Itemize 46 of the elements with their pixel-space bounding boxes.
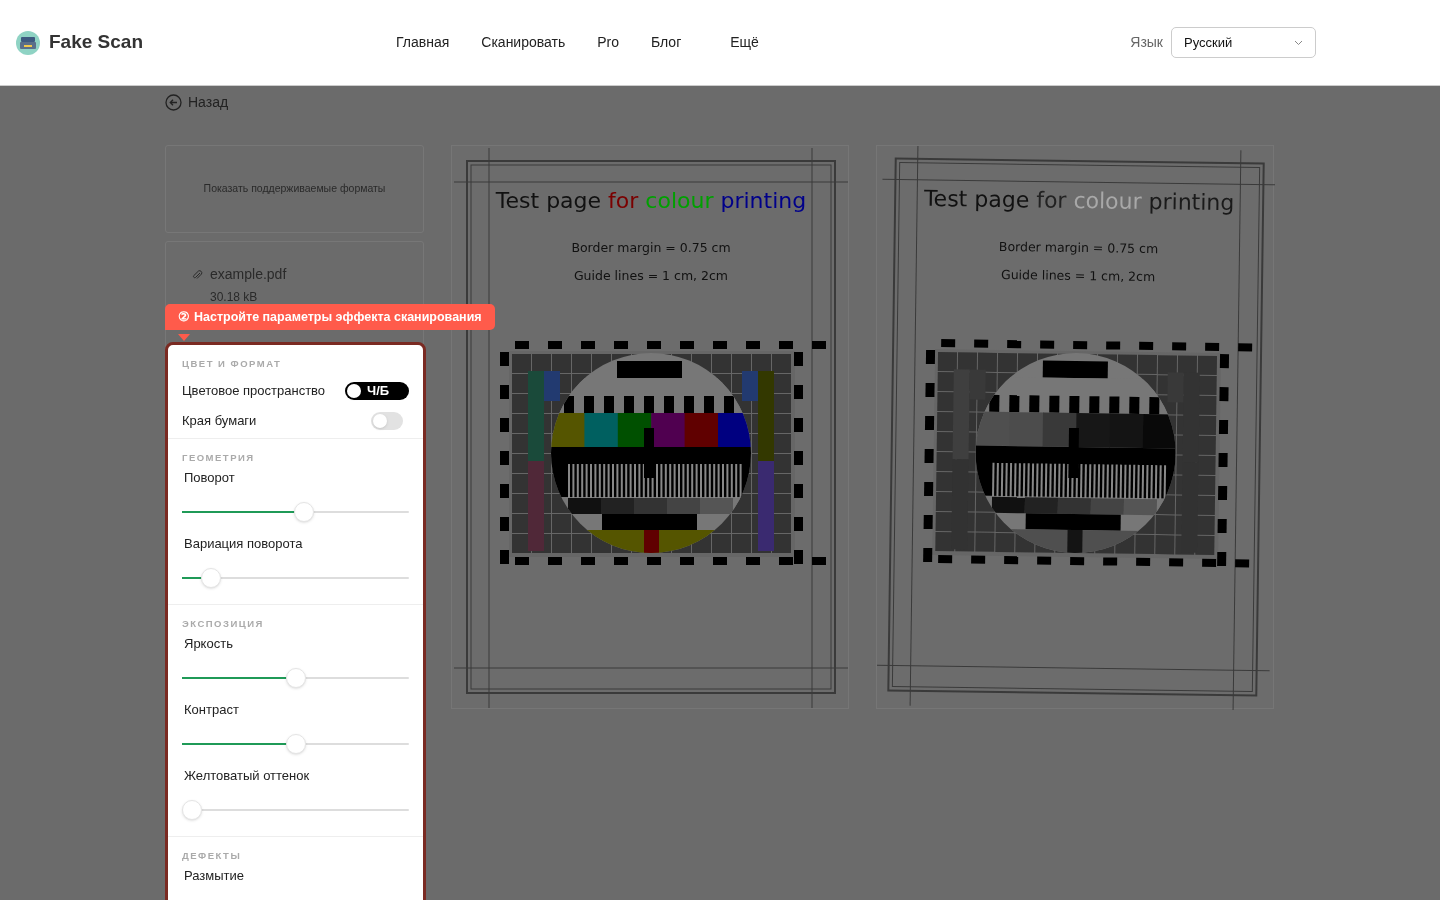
page-title: Test page for colour printing bbox=[923, 185, 1235, 216]
paperclip-icon bbox=[191, 268, 203, 281]
page-text: Guide lines = 1 cm, 2cm bbox=[573, 268, 729, 283]
tooltip-text: Настройте параметры эффекта сканирования bbox=[194, 308, 482, 326]
section-heading: ГЕОМЕТРИЯ bbox=[182, 452, 256, 464]
page-text: Border margin = 0.75 cm bbox=[571, 240, 731, 255]
page-text: Guide lines = 1 cm, 2cm bbox=[1001, 266, 1156, 285]
nav-link[interactable]: Главная bbox=[396, 32, 450, 53]
language-label: Язык bbox=[1130, 33, 1163, 52]
file-size: 30.18 kB bbox=[210, 291, 259, 303]
nav-link[interactable]: Pro bbox=[597, 32, 619, 53]
formats-text: Показать поддерживаемые форматы bbox=[203, 181, 386, 197]
toggle-switch[interactable]: Ч/Б bbox=[345, 382, 409, 400]
scanner-logo-icon bbox=[16, 30, 40, 55]
setting-label: Вариация поворота bbox=[184, 536, 304, 552]
section-heading: ДЕФЕКТЫ bbox=[182, 850, 243, 862]
setting-label: Желтоватый оттенок bbox=[184, 768, 311, 784]
setting-label: Яркость bbox=[184, 636, 234, 652]
setting-label: Контраст bbox=[184, 702, 240, 718]
toggle-switch[interactable] bbox=[371, 412, 403, 430]
nav-link[interactable]: Сканировать bbox=[481, 32, 566, 53]
page-title: Test page for colour printing bbox=[495, 188, 807, 213]
slider-thumb[interactable] bbox=[285, 668, 306, 688]
step-number: ② bbox=[178, 308, 190, 326]
setting-label: Размытие bbox=[184, 868, 245, 884]
slider[interactable] bbox=[182, 800, 409, 820]
section-heading: ЦВЕТ И ФОРМАТ bbox=[182, 358, 283, 370]
slider-thumb[interactable] bbox=[285, 734, 306, 754]
setting-label: Поворот bbox=[184, 470, 236, 486]
slider-thumb[interactable] bbox=[182, 800, 202, 820]
slider-thumb[interactable] bbox=[200, 568, 221, 588]
language-select[interactable]: Русский bbox=[1171, 27, 1316, 58]
setting-label: Края бумаги bbox=[182, 412, 257, 431]
nav-link[interactable]: Блог bbox=[651, 32, 682, 53]
chevron-down-icon bbox=[1294, 39, 1303, 46]
slider-thumb[interactable] bbox=[293, 502, 314, 522]
page-text: Border margin = 0.75 cm bbox=[998, 238, 1159, 257]
section-heading: ЭКСПОЗИЦИЯ bbox=[182, 618, 265, 630]
slider[interactable] bbox=[182, 502, 409, 522]
slider[interactable] bbox=[182, 568, 409, 588]
logo-text: Fake Scan bbox=[49, 30, 143, 55]
nav-link[interactable]: Ещё bbox=[730, 32, 759, 53]
setting-label: Цветовое пространство bbox=[182, 382, 326, 401]
slider[interactable] bbox=[182, 734, 409, 754]
slider[interactable] bbox=[182, 668, 409, 688]
file-name: example.pdf bbox=[210, 265, 287, 284]
